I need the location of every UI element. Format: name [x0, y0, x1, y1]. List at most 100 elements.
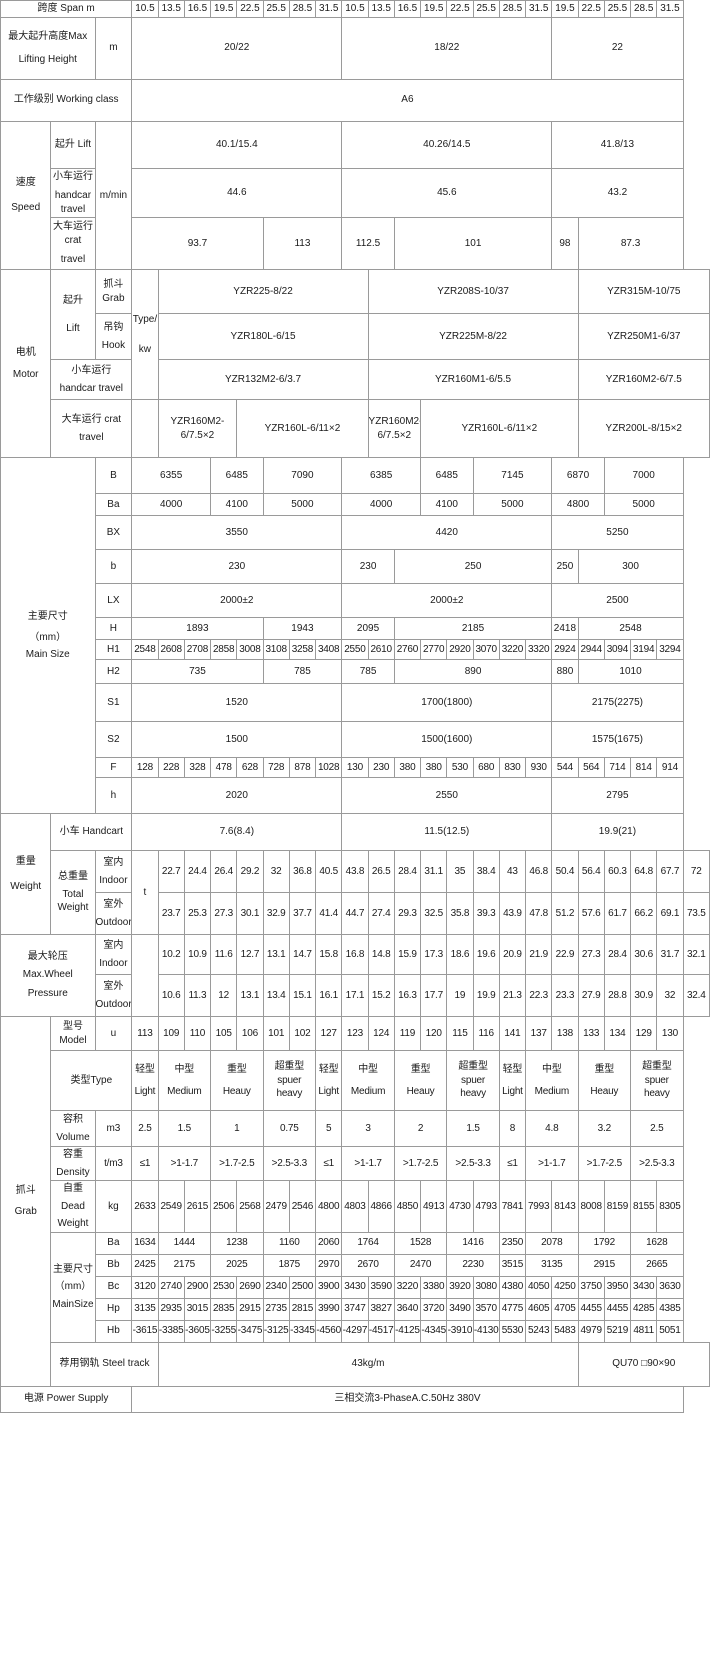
grab-size-Ba-value: 1160: [262, 1231, 317, 1255]
grab-density-value: >2.5-3.3: [262, 1146, 317, 1181]
span-value: 22.5: [446, 0, 474, 18]
weight-outdoor-label-en: Outdoor: [95, 916, 132, 928]
table-row-grab-type: 类型Type 轻型 Light 中型 Medium 重型 Heauy 超重型 s…: [1, 1050, 710, 1111]
weight-outdoor-value: 25.3: [183, 892, 212, 935]
speed-lift-value: 40.1/15.4: [131, 120, 343, 169]
wheel-pressure-indoor-value: 10.2: [157, 934, 185, 975]
grab-size-Hb-value: 5219: [603, 1319, 632, 1343]
main-BX-value: 4420: [341, 515, 553, 550]
lifting-height-label-en: Lifting Height: [18, 54, 77, 65]
grab-volume-unit: m3: [94, 1110, 133, 1147]
grab-dead-weight-value: 8008: [577, 1180, 605, 1233]
steel-track-value-main: 43kg/m: [157, 1341, 579, 1387]
main-B-value: 6355: [131, 457, 212, 494]
grab-size-Bb-value: 3515: [498, 1253, 527, 1277]
table-row-weight-outdoor: 室外 Outdoor 23.7 25.3 27.3 30.1 32.9 37.7…: [1, 892, 710, 935]
grab-size-Hb-value: -3345: [288, 1319, 317, 1343]
main-H1-value: 2920: [446, 639, 474, 660]
grab-density-value: >2.5-3.3: [630, 1146, 684, 1181]
weight-indoor-value: 24.4: [183, 850, 212, 893]
grab-size-Hp-value: 3570: [472, 1297, 500, 1321]
section-label-wheel-pressure: 最大轮压 Max.Wheel Pressure: [0, 934, 96, 1017]
main-F-value: 914: [656, 757, 684, 778]
grab-model-value: 106: [236, 1016, 264, 1051]
grab-model-value: 141: [498, 1016, 527, 1051]
table-row-grab-dead-weight: 自重 Dead Weight kg 2633 2549 2615 2506 25…: [1, 1180, 710, 1233]
motor-lift-label-cn: 起升: [62, 295, 83, 306]
grab-dead-weight-value: 8155: [630, 1180, 658, 1233]
grab-density-value: >1-1.7: [525, 1146, 579, 1181]
span-value: 25.5: [603, 0, 632, 18]
span-value: 19.5: [551, 0, 579, 18]
span-value: 19.5: [420, 0, 448, 18]
wheel-pressure-indoor-value: 14.8: [367, 934, 395, 975]
main-BX-value: 5250: [551, 515, 684, 550]
grab-size-Bc-value: 4250: [551, 1275, 579, 1299]
wheel-pressure-outdoor-value: 22.3: [525, 974, 553, 1017]
grab-model-value: 130: [656, 1016, 684, 1051]
grab-model-value: 124: [367, 1016, 395, 1051]
table-row-weight-indoor: 总重量 Total Weight 室内 Indoor t 22.7 24.4 2…: [1, 850, 710, 935]
grab-density-label-cn: 容重: [62, 1149, 83, 1160]
main-H1-value: 3320: [525, 639, 553, 660]
grab-type-en: Light: [502, 1086, 523, 1097]
weight-indoor-value: 56.4: [577, 850, 605, 893]
wheel-pressure-outdoor-value: 27.9: [577, 974, 605, 1017]
weight-outdoor-value: 47.8: [525, 892, 553, 935]
speed-handcar-value: 43.2: [551, 167, 684, 218]
wheel-pressure-indoor-value: 20.9: [498, 934, 527, 975]
grab-size-Hb-value: -3605: [183, 1319, 212, 1343]
grab-model-value: 120: [420, 1016, 448, 1051]
grab-type-cn: 超重型: [274, 1061, 305, 1073]
motor-hook-label-cn: 吊钩: [103, 321, 124, 333]
wheel-pressure-indoor-value: 30.6: [630, 934, 658, 975]
table-row-grab-size-Hb: Hb -3615 -3385 -3605 -3255 -3475 -3125 -…: [1, 1319, 710, 1343]
grab-type-en: Medium: [167, 1086, 202, 1097]
span-value: 16.5: [183, 0, 212, 18]
grab-size-Ba-value: 1764: [341, 1231, 395, 1255]
main-H1-value: 3220: [498, 639, 527, 660]
grab-dead-weight-value: 4800: [315, 1180, 343, 1233]
main-size-key-BX: BX: [94, 515, 133, 550]
grab-size-key-Hb: Hb: [94, 1319, 133, 1343]
grab-size-Hp-value: 3135: [131, 1297, 159, 1321]
grab-size-Hp-value: 3990: [315, 1297, 343, 1321]
grab-density-unit: t/m3: [94, 1146, 133, 1181]
wheel-pressure-indoor-value: 12.7: [236, 934, 264, 975]
table-row-grab-model: 抓斗 Grab 型号 Model u 113 109 110 105 106 1…: [0, 1016, 710, 1387]
main-S1-value: 2175(2275): [551, 683, 684, 722]
grab-main-size-label-cn: 主要尺寸: [52, 1263, 93, 1275]
weight-outdoor-value: 27.4: [367, 892, 395, 935]
grab-type-cn: 重型: [594, 1063, 615, 1075]
grab-volume-value: 3.2: [577, 1110, 632, 1147]
main-Ba-value: 4100: [420, 493, 474, 516]
wheel-pressure-indoor-label-cn: 室内: [103, 940, 124, 951]
grab-volume-value: 2: [393, 1110, 448, 1147]
weight-outdoor-value: 37.7: [288, 892, 317, 935]
grab-size-Bc-value: 4050: [525, 1275, 553, 1299]
grab-density-value: >1-1.7: [157, 1146, 212, 1181]
wheel-pressure-outdoor-value: 17.7: [420, 974, 448, 1017]
section-label-motor: 电机 Motor: [0, 269, 52, 458]
grab-size-Ba-value: 1444: [157, 1231, 212, 1255]
grab-size-Bc-value: 3900: [315, 1275, 343, 1299]
grab-label-en: Grab: [14, 1206, 37, 1218]
grab-size-Ba-value: 1792: [577, 1231, 632, 1255]
main-size-key-H: H: [94, 617, 133, 640]
table-row-main-Ba: Ba 4000 4100 5000 4000 4100 5000 4800 50…: [1, 493, 710, 516]
weight-outdoor-value: 32.5: [420, 892, 448, 935]
weight-indoor-value: 26.4: [210, 850, 238, 893]
main-F-value: 680: [472, 757, 500, 778]
grab-size-Bc-value: 2690: [236, 1275, 264, 1299]
grab-size-Bc-value: 3920: [446, 1275, 474, 1299]
motor-unit-bot: kw: [138, 343, 152, 355]
wheel-pressure-outdoor-value: 28.8: [603, 974, 632, 1017]
grab-size-Bc-value: 2340: [262, 1275, 290, 1299]
wheel-pressure-outdoor-value: 30.9: [630, 974, 658, 1017]
main-H1-value: 2610: [367, 639, 395, 660]
wheel-pressure-indoor-value: 28.4: [603, 934, 632, 975]
motor-label-cn: 电机: [15, 347, 36, 358]
motor-hook-label-en: Hook: [101, 340, 126, 351]
grab-size-Bc-value: 3220: [393, 1275, 422, 1299]
grab-type-cn: 重型: [410, 1063, 431, 1075]
